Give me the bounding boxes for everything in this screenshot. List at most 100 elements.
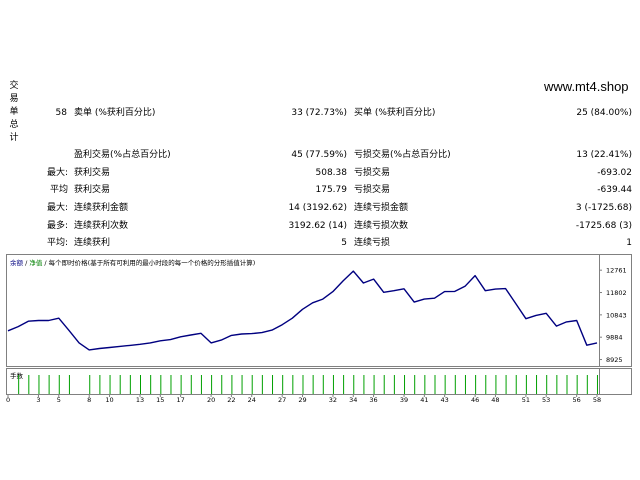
x-tick-label: 5 (57, 396, 61, 403)
stat-value: 14 (3192.62) (288, 203, 347, 213)
balance-chart-svg: 余额 / 净值 / 每个即时价格(基于所有可利用的最小时段的每一个价格的分形插值… (6, 254, 632, 404)
left-label: 最多: (46, 221, 68, 231)
left-label: 最大: (46, 203, 68, 213)
balance-point (241, 333, 243, 335)
balance-point (454, 291, 456, 293)
x-tick-label: 46 (471, 396, 479, 403)
stat-label: 获利交易 (74, 185, 111, 195)
balance-point (200, 333, 202, 335)
balance-point (17, 326, 19, 328)
balance-point (424, 298, 426, 300)
balance-point (149, 342, 151, 344)
balance-point (596, 342, 598, 344)
balance-point (312, 302, 314, 304)
x-tick-label: 3 (36, 396, 40, 403)
x-tick-label: 27 (278, 396, 286, 403)
balance-point (99, 348, 101, 350)
balance-point (231, 335, 233, 337)
x-tick-label: 53 (542, 396, 550, 403)
x-tick-label: 22 (227, 396, 235, 403)
balance-point (251, 333, 253, 335)
x-tick-label: 51 (522, 396, 530, 403)
balance-point (505, 288, 507, 290)
stat-label: 连续亏损次数 (354, 221, 409, 231)
stat-label: 卖单 (%获利百分比) (74, 108, 156, 118)
stat-label: 连续获利金额 (74, 203, 129, 213)
balance-point (302, 309, 304, 311)
balance-plot-frame (6, 254, 632, 367)
summary-vertical-label: 交 易 单 总 计 (9, 81, 19, 143)
x-tick-label: 36 (369, 396, 377, 403)
balance-point (210, 342, 212, 344)
balance-point (68, 330, 70, 332)
balance-point (7, 330, 9, 332)
balance-point (170, 339, 172, 341)
balance-point (535, 315, 537, 317)
stat-value: 175.79 (315, 185, 348, 195)
balance-point (353, 270, 355, 272)
balance-point (464, 286, 466, 288)
balance-point (78, 342, 80, 344)
stat-label: 亏损交易 (354, 168, 391, 178)
left-label: 最大: (46, 168, 68, 178)
balance-point (38, 320, 40, 322)
x-tick-label: 17 (176, 396, 184, 403)
y-tick-label: 8925 (606, 356, 623, 364)
y-tick-label: 9884 (606, 334, 623, 342)
stat-label: 连续获利次数 (74, 221, 129, 231)
x-tick-label: 56 (573, 396, 581, 403)
x-tick-label: 39 (400, 396, 408, 403)
y-tick-label: 10843 (606, 311, 627, 319)
balance-point (190, 334, 192, 336)
stat-label: 连续获利 (74, 238, 111, 248)
balance-point (342, 280, 344, 282)
balance-point (271, 329, 273, 331)
balance-point (525, 318, 527, 320)
stat-label: 亏损交易 (354, 185, 391, 195)
x-tick-label: 24 (248, 396, 256, 403)
balance-point (434, 297, 436, 299)
x-tick-label: 8 (87, 396, 91, 403)
balance-point (129, 345, 131, 347)
balance-point (444, 291, 446, 293)
balance-point (261, 332, 263, 334)
x-tick-label: 20 (207, 396, 215, 403)
x-tick-label: 41 (420, 396, 428, 403)
balance-point (28, 320, 30, 322)
y-tick-label: 11802 (606, 289, 627, 297)
balance-point (322, 298, 324, 300)
x-tick-label: 29 (298, 396, 306, 403)
stat-value: 25 (84.00%) (576, 108, 632, 118)
stat-value: -1725.68 (3) (575, 221, 632, 231)
stat-value: 1 (626, 238, 632, 248)
stat-value: 45 (77.59%) (291, 150, 347, 160)
stat-value: 13 (22.41%) (576, 150, 632, 160)
balance-point (515, 303, 517, 305)
balance-point (220, 339, 222, 341)
balance-point (88, 349, 90, 351)
balance-point (332, 291, 334, 293)
balance-point (58, 317, 60, 319)
balance-point (485, 290, 487, 292)
balance-point (566, 321, 568, 323)
balance-point (363, 282, 365, 284)
lots-label: 手数 (10, 371, 24, 380)
stat-value: 33 (72.73%) (291, 108, 347, 118)
stat-label: 亏损交易(%占总百分比) (354, 150, 451, 160)
x-tick-label: 10 (105, 396, 113, 403)
x-tick-label: 13 (136, 396, 144, 403)
y-tick-label: 12761 (606, 267, 627, 275)
stat-value: -639.44 (597, 185, 632, 195)
left-label: 平均 (49, 185, 68, 195)
x-axis: 0 3 5 8 10 13 15 17 20 22 24 27 29 32 34 36 39 41 43 46 48 51… (6, 394, 601, 404)
stat-label: 连续亏损 (354, 238, 391, 248)
x-tick-label: 43 (441, 396, 449, 403)
balance-point (576, 320, 578, 322)
balance-point (383, 292, 385, 294)
balance-point (413, 301, 415, 303)
stat-label: 连续亏损金额 (354, 203, 409, 213)
x-tick-label: 0 (6, 396, 10, 403)
x-tick-label: 48 (491, 396, 499, 403)
equity-legend: 净值 (29, 258, 43, 267)
balance-point (292, 317, 294, 319)
